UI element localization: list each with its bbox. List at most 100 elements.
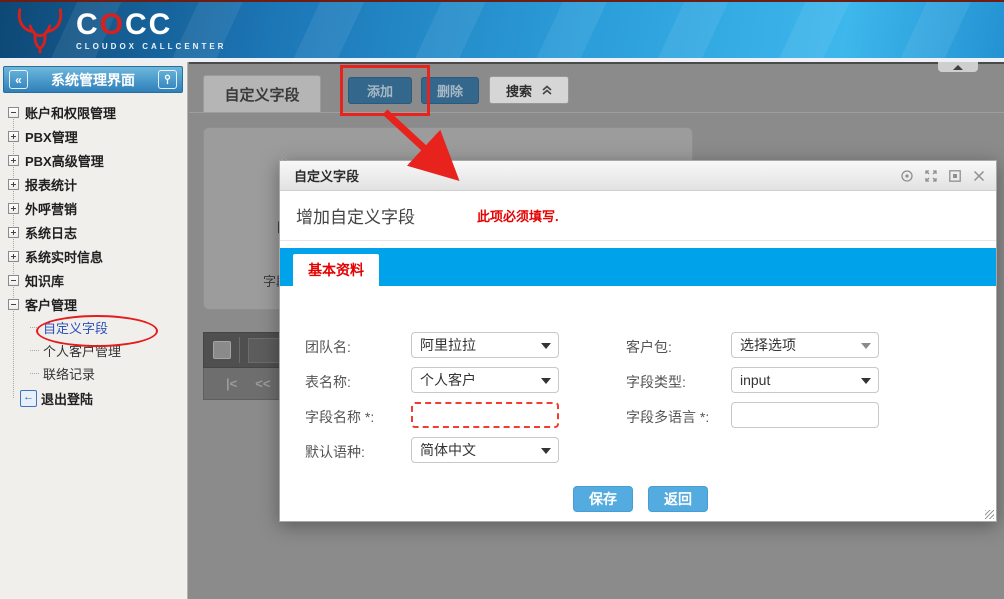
chevron-down-icon	[541, 378, 551, 384]
expand-plus-icon[interactable]	[8, 155, 19, 166]
default-language-select-value: 简体中文	[420, 440, 476, 460]
expand-minus-icon[interactable]	[8, 107, 19, 118]
sidebar-titlebar: « 系统管理界面	[3, 66, 183, 93]
panel-collapse-handle[interactable]	[938, 62, 978, 72]
toolbar-separator	[189, 112, 1004, 113]
dialog-titlebar[interactable]: 自定义字段	[280, 161, 996, 191]
sidebar-item-label: 外呼营销	[25, 199, 77, 218]
close-icon[interactable]	[971, 168, 986, 183]
window-tools	[899, 168, 986, 183]
refresh-icon[interactable]	[899, 168, 914, 183]
team-select-value: 阿里拉拉	[420, 335, 476, 355]
sidebar: « 系统管理界面 账户和权限管理 PBX管理 PBX高级管理 报表统计 外呼营销…	[0, 62, 188, 599]
table-name-label: 表名称:	[305, 372, 351, 392]
sidebar-item-label: PBX高级管理	[25, 151, 104, 170]
chevron-down-icon	[541, 448, 551, 454]
sidebar-item-customer-mgmt[interactable]: 客户管理	[8, 292, 183, 316]
field-type-select-value: input	[740, 372, 770, 388]
expand-minus-icon[interactable]	[8, 299, 19, 310]
section-title: 增加自定义字段	[296, 203, 415, 228]
brand-text: COCC	[76, 10, 226, 40]
tab-basic-info[interactable]: 基本资料	[293, 254, 379, 286]
sidebar-item-label: 个人客户管理	[43, 341, 121, 360]
pin-icon[interactable]	[158, 70, 177, 89]
sidebar-item-label: 账户和权限管理	[25, 103, 116, 122]
sidebar-item-label: 系统日志	[25, 223, 77, 242]
sidebar-item-label: PBX管理	[25, 127, 78, 146]
sidebar-item-label: 联络记录	[43, 364, 95, 383]
app-logo: COCC CLOUDOX CALLCENTER	[14, 6, 226, 54]
double-chevron-up-icon	[542, 85, 552, 95]
customer-package-select[interactable]: 选择选项	[731, 332, 879, 358]
sidebar-tree: 账户和权限管理 PBX管理 PBX高级管理 报表统计 外呼营销 系统日志 系统实…	[8, 100, 183, 411]
customer-package-label: 客户包:	[626, 337, 672, 357]
chevron-down-icon	[861, 378, 871, 384]
sidebar-item-label: 知识库	[25, 271, 64, 290]
dialog-tabbar: 基本资料	[280, 248, 996, 286]
resize-handle-topleft[interactable]	[279, 153, 287, 161]
table-name-select[interactable]: 个人客户	[411, 367, 559, 393]
field-type-select[interactable]: input	[731, 367, 879, 393]
content-area: 自定义字段 添加 删除 搜索 团队名: 字段名称: 表名称 |< <<	[189, 62, 1004, 599]
sidebar-item-reports[interactable]: 报表统计	[8, 172, 183, 196]
search-button[interactable]: 搜索	[489, 76, 569, 104]
required-hint: 此项必须填写.	[477, 206, 559, 225]
sidebar-item-logout[interactable]: ← 退出登陆	[8, 385, 183, 411]
expand-plus-icon[interactable]	[8, 131, 19, 142]
main-row: « 系统管理界面 账户和权限管理 PBX管理 PBX高级管理 报表统计 外呼营销…	[0, 62, 1004, 599]
search-button-label: 搜索	[506, 81, 532, 100]
sidebar-children: 自定义字段 个人客户管理 联络记录	[8, 316, 183, 385]
save-button[interactable]: 保存	[573, 486, 633, 512]
section-separator	[280, 240, 996, 241]
pager-first-icon[interactable]: |<	[226, 376, 237, 391]
sidebar-item-label: 自定义字段	[43, 318, 108, 337]
back-button[interactable]: 返回	[648, 486, 708, 512]
sidebar-item-syslog[interactable]: 系统日志	[8, 220, 183, 244]
dialog-section-header: 增加自定义字段 此项必须填写.	[280, 191, 996, 240]
delete-button[interactable]: 删除	[421, 77, 479, 104]
field-i18n-input[interactable]	[731, 402, 879, 428]
sidebar-collapse-icon[interactable]: «	[9, 70, 28, 89]
select-all-checkbox[interactable]	[213, 341, 231, 359]
maximize-icon[interactable]	[923, 168, 938, 183]
tab-custom-fields[interactable]: 自定义字段	[203, 75, 321, 112]
sidebar-item-pbx[interactable]: PBX管理	[8, 124, 183, 148]
expand-plus-icon[interactable]	[8, 179, 19, 190]
app-header: COCC CLOUDOX CALLCENTER	[0, 0, 1004, 58]
bull-logo-icon	[14, 6, 66, 54]
brand-tagline: CLOUDOX CALLCENTER	[76, 42, 226, 51]
grid-divider	[239, 337, 240, 363]
default-language-label: 默认语种:	[305, 442, 365, 462]
expand-minus-icon[interactable]	[8, 275, 19, 286]
dialog-form: 团队名: 阿里拉拉 表名称: 个人客户 字段名称 *: 默认语种: 简体中文 客…	[280, 286, 996, 522]
sidebar-item-realtime[interactable]: 系统实时信息	[8, 244, 183, 268]
expand-plus-icon[interactable]	[8, 203, 19, 214]
default-language-select[interactable]: 简体中文	[411, 437, 559, 463]
chevron-down-icon	[861, 343, 871, 349]
sidebar-item-knowledge[interactable]: 知识库	[8, 268, 183, 292]
pager-prev-icon[interactable]: <<	[255, 376, 270, 391]
team-label: 团队名:	[305, 337, 351, 357]
field-i18n-label: 字段多语言 *:	[626, 407, 709, 427]
custom-field-dialog: 自定义字段	[279, 160, 997, 522]
sidebar-item-label: 报表统计	[25, 175, 77, 194]
sidebar-item-pbx-advanced[interactable]: PBX高级管理	[8, 148, 183, 172]
sidebar-item-personal-customers[interactable]: 个人客户管理	[8, 339, 183, 362]
customer-package-select-value: 选择选项	[740, 335, 796, 355]
sidebar-item-label: 退出登陆	[41, 389, 93, 408]
add-button[interactable]: 添加	[348, 77, 412, 104]
sidebar-title: 系统管理界面	[28, 70, 158, 90]
field-name-label: 字段名称 *:	[305, 407, 374, 427]
triangle-up-icon	[953, 65, 963, 70]
sidebar-item-outbound[interactable]: 外呼营销	[8, 196, 183, 220]
resize-handle-bottomright[interactable]	[985, 510, 994, 519]
expand-plus-icon[interactable]	[8, 227, 19, 238]
sidebar-item-accounts[interactable]: 账户和权限管理	[8, 100, 183, 124]
content-top-border	[189, 62, 1004, 64]
field-name-input[interactable]	[411, 402, 559, 428]
sidebar-item-contact-records[interactable]: 联络记录	[8, 362, 183, 385]
team-select[interactable]: 阿里拉拉	[411, 332, 559, 358]
sidebar-item-custom-fields[interactable]: 自定义字段	[8, 316, 183, 339]
restore-icon[interactable]	[947, 168, 962, 183]
expand-plus-icon[interactable]	[8, 251, 19, 262]
